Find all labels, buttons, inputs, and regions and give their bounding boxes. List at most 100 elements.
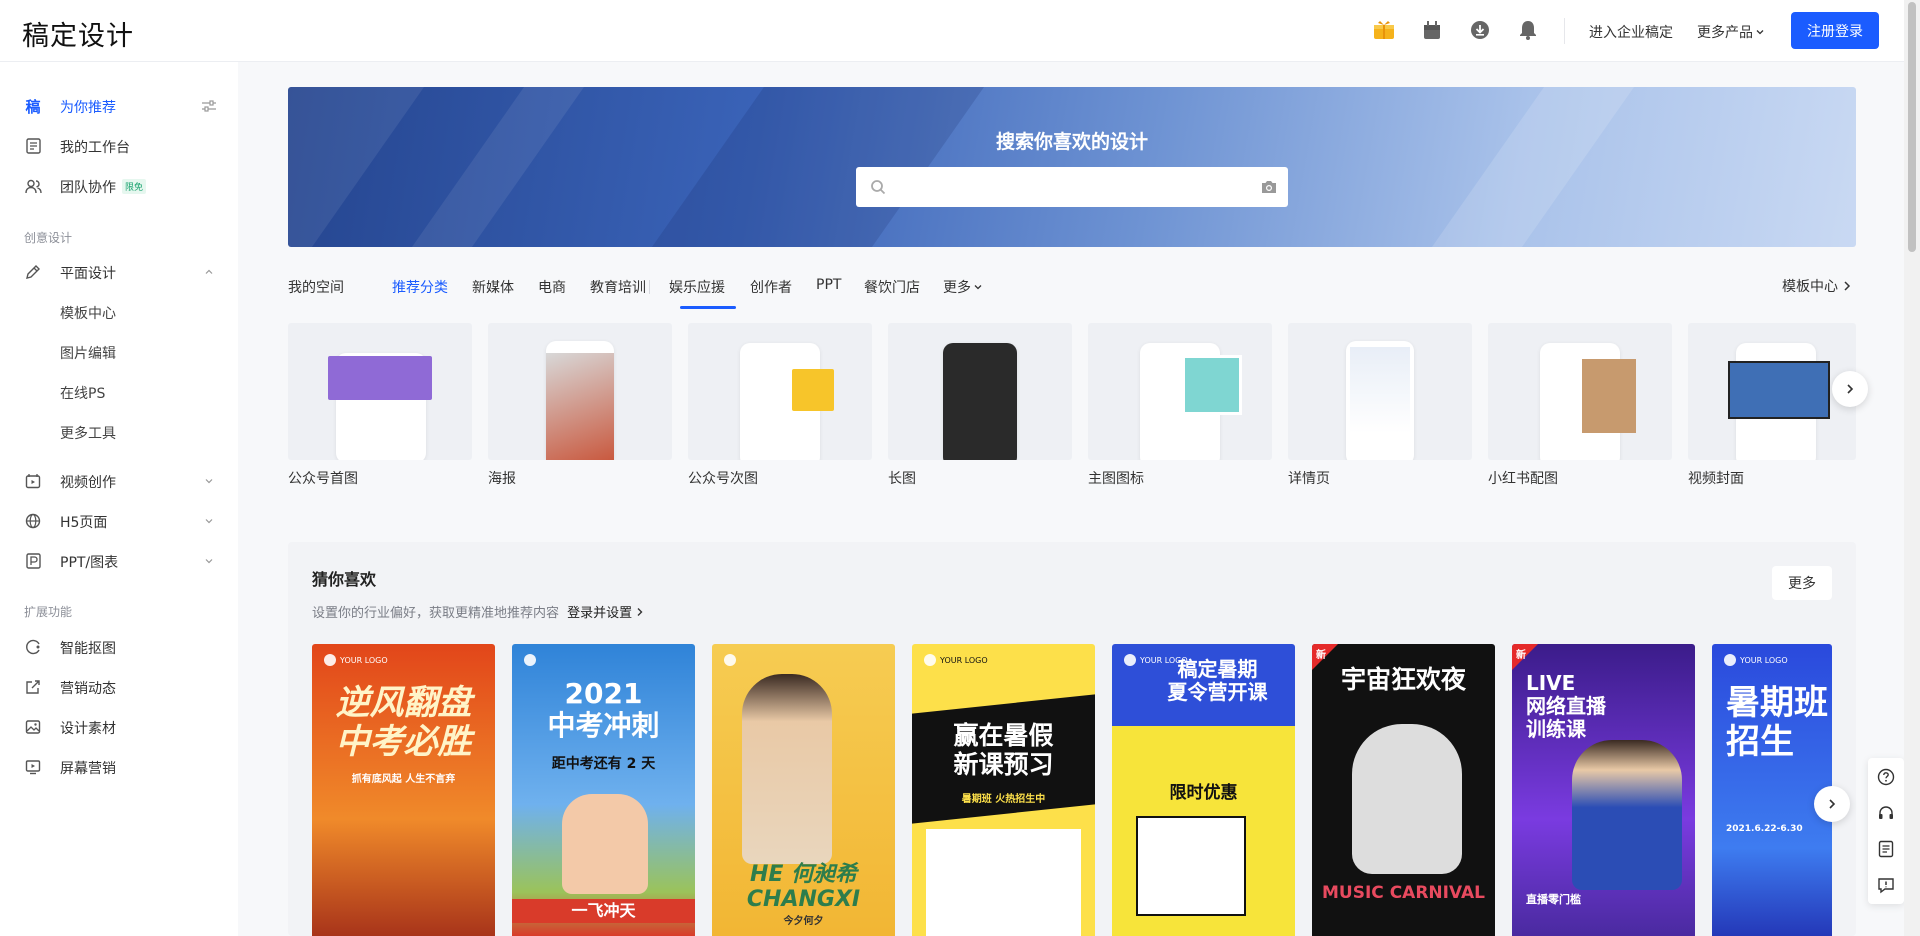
page-scrollbar[interactable] <box>1904 0 1920 936</box>
feedback-icon[interactable] <box>1877 876 1895 894</box>
tab-new-media[interactable]: 新媒体 <box>472 277 514 297</box>
category-card[interactable]: 海报 <box>488 323 672 488</box>
poster-logo: YOUR LOGO <box>1724 654 1788 666</box>
more-button[interactable]: 更多 <box>1772 566 1832 600</box>
sidebar-item-workspace[interactable]: 我的工作台 <box>0 128 238 164</box>
banner-decoration <box>1431 87 1635 247</box>
floating-toolbar <box>1868 758 1904 904</box>
site-logo[interactable]: 稿定设计 <box>22 14 134 53</box>
login-settings-label: 登录并设置 <box>567 606 633 621</box>
ppt-icon <box>24 552 42 570</box>
template-card[interactable]: 2021 中考冲刺 距中考还有 2 天 一飞冲天 <box>512 644 695 936</box>
category-thumbnail <box>288 323 472 460</box>
sidebar-item-label: 我的工作台 <box>60 140 130 156</box>
sidebar-sub-label: 图片编辑 <box>60 346 116 362</box>
category-card[interactable]: 长图 <box>888 323 1072 488</box>
gift-box-icon[interactable] <box>1372 18 1396 42</box>
tab-creator[interactable]: 创作者 <box>750 277 792 297</box>
tab-education[interactable]: 教育培训 <box>590 277 646 297</box>
sidebar-item-label: PPT/图表 <box>60 555 119 571</box>
sidebar-sub-more-tools[interactable]: 更多工具 <box>0 414 238 450</box>
recommend-next-button[interactable] <box>1814 786 1850 822</box>
tab-ecommerce[interactable]: 电商 <box>538 277 566 297</box>
category-thumbnail <box>1488 323 1672 460</box>
category-card[interactable]: 主图图标 <box>1088 323 1272 488</box>
bell-icon[interactable] <box>1516 18 1540 42</box>
tab-restaurant[interactable]: 餐饮门店 <box>864 277 920 297</box>
sidebar-item-team[interactable]: 团队协作 限免 <box>0 168 238 204</box>
poster-subtext: 距中考还有 2 天 <box>551 756 656 772</box>
tab-ppt[interactable]: PPT <box>816 277 841 293</box>
chevron-down-icon <box>1756 30 1764 35</box>
tab-my-space[interactable]: 我的空间 <box>288 277 344 297</box>
sidebar-item-screen[interactable]: 屏幕营销 <box>0 749 238 785</box>
sidebar-item-h5[interactable]: H5页面 <box>0 503 238 539</box>
register-login-button[interactable]: 注册登录 <box>1791 12 1879 49</box>
category-card[interactable]: 详情页 <box>1288 323 1472 488</box>
chevron-down-icon[interactable] <box>200 472 218 490</box>
poster-subtext: 限时优惠 <box>1169 783 1238 803</box>
person-photo <box>1572 740 1682 890</box>
template-card[interactable]: YOUR LOGO 稿定暑期 夏令营开课 限时优惠 <box>1112 644 1295 936</box>
sidebar-item-label: 屏幕营销 <box>60 761 116 777</box>
enterprise-link[interactable]: 进入企业稿定 <box>1589 22 1673 42</box>
sidebar-item-cutout[interactable]: 智能抠图 <box>0 629 238 665</box>
sidebar-sub-image-edit[interactable]: 图片编辑 <box>0 334 238 370</box>
chevron-up-icon[interactable] <box>200 263 218 281</box>
template-center-link[interactable]: 模板中心 <box>1782 276 1852 296</box>
sidebar-sub-template-center[interactable]: 模板中心 <box>0 294 238 330</box>
more-products-menu[interactable]: 更多产品 <box>1697 22 1765 42</box>
sidebar-item-materials[interactable]: 设计素材 <box>0 709 238 745</box>
poster-logo: YOUR LOGO <box>324 654 388 666</box>
search-input[interactable] <box>896 167 1246 207</box>
headset-icon[interactable] <box>1877 804 1895 822</box>
category-card[interactable]: 视频封面 <box>1688 323 1856 488</box>
free-badge: 限免 <box>122 179 147 194</box>
chevron-right-icon <box>637 608 643 616</box>
poster-headline: 2021 中考冲刺 <box>547 677 660 743</box>
section-subtitle: 设置你的行业偏好，获取更精准地推荐内容 登录并设置 <box>312 602 644 621</box>
tab-more-label: 更多 <box>943 280 971 296</box>
group-label-creative: 创意设计 <box>24 231 73 245</box>
search-banner: 搜索你喜欢的设计 <box>288 87 1856 247</box>
sliders-icon[interactable] <box>200 97 218 115</box>
camera-icon[interactable] <box>1260 179 1278 199</box>
video-icon <box>24 472 42 490</box>
category-card[interactable]: 小红书配图 <box>1488 323 1672 488</box>
calendar-gift-icon[interactable] <box>1420 18 1444 42</box>
template-card[interactable]: 新 宇宙狂欢夜 MUSIC CARNIVAL <box>1312 644 1495 936</box>
sidebar-item-graphic[interactable]: 平面设计 <box>0 254 238 290</box>
sidebar-item-recommend[interactable]: 稿 为你推荐 <box>0 88 238 124</box>
login-settings-link[interactable]: 登录并设置 <box>567 606 644 621</box>
fist-illustration <box>562 794 648 894</box>
scrollbar-thumb[interactable] <box>1908 2 1916 252</box>
category-thumbnail <box>688 323 872 460</box>
template-card[interactable]: YOUR LOGO 逆风翻盘 中考必胜 抓有底风起 人生不言弃 <box>312 644 495 936</box>
poster-subtext: 直播零门槛 <box>1526 893 1581 906</box>
template-card[interactable]: HE 何昶希 CHANGXI 今夕何夕 <box>712 644 895 936</box>
sidebar-sub-online-ps[interactable]: 在线PS <box>0 374 238 410</box>
download-icon[interactable] <box>1468 18 1492 42</box>
banner-decoration <box>288 87 425 247</box>
sidebar-item-label: H5页面 <box>60 515 108 531</box>
tab-more[interactable]: 更多 <box>943 277 983 297</box>
chevron-right-icon <box>1847 384 1854 394</box>
team-icon <box>24 177 42 195</box>
template-card[interactable]: 新 LIVE 网络直播 训练课 直播零门槛 <box>1512 644 1695 936</box>
preview-image <box>1728 361 1830 419</box>
chevron-down-icon[interactable] <box>200 552 218 570</box>
sidebar-item-video[interactable]: 视频创作 <box>0 463 238 499</box>
help-icon[interactable] <box>1877 768 1895 786</box>
template-card[interactable]: YOUR LOGO 赢在暑假 新课预习 暑期班 火热招生中 <box>912 644 1095 936</box>
tab-recommended[interactable]: 推荐分类 <box>392 277 448 297</box>
sidebar-item-ppt[interactable]: PPT/图表 <box>0 543 238 579</box>
chevron-right-icon <box>1844 281 1851 291</box>
template-card[interactable]: YOUR LOGO 暑期班 招生 2021.6.22-6.30 <box>1712 644 1832 936</box>
category-card[interactable]: 公众号首图 <box>288 323 472 488</box>
sidebar-item-marketing[interactable]: 营销动态 <box>0 669 238 705</box>
notes-icon[interactable] <box>1877 840 1895 858</box>
category-next-button[interactable] <box>1832 371 1868 407</box>
tab-entertainment[interactable]: 娱乐应援 <box>669 277 725 297</box>
category-card[interactable]: 公众号次图 <box>688 323 872 488</box>
chevron-down-icon[interactable] <box>200 512 218 530</box>
